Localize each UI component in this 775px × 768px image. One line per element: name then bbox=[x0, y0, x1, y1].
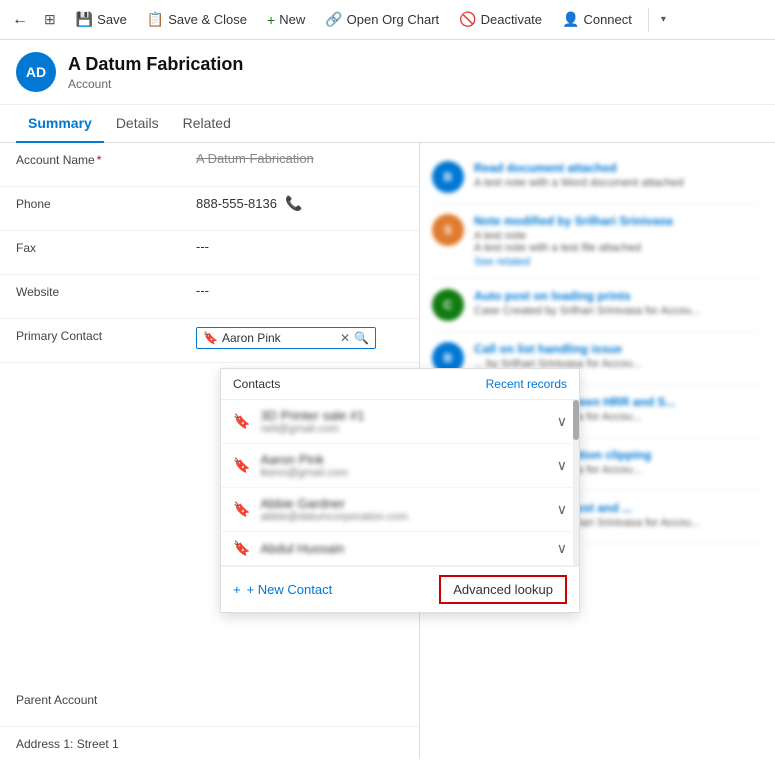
field-account-name: Account Name* A Datum Fabrication bbox=[0, 143, 419, 187]
value-website[interactable]: --- bbox=[196, 283, 403, 298]
toolbar: ← ⊞ 💾 Save 📋 Save & Close + New 🔗 Open O… bbox=[0, 0, 775, 40]
activity-desc-1: A test noteA test note with a test file … bbox=[474, 230, 763, 254]
activity-item-0: B Read document attached A test note wit… bbox=[432, 151, 763, 204]
org-chart-button[interactable]: 🔗 Open Org Chart bbox=[317, 7, 447, 32]
record-subtitle: Account bbox=[68, 77, 243, 91]
activity-title-0: Read document attached bbox=[474, 161, 763, 175]
layout-button[interactable]: ⊞ bbox=[36, 7, 64, 32]
dropdown-contacts-label: Contacts bbox=[233, 377, 280, 391]
value-fax[interactable]: --- bbox=[196, 239, 403, 254]
contact-name-0: 3D Printer sale #1 bbox=[260, 408, 420, 423]
contact-name-3: Abdul Hussain bbox=[260, 541, 420, 556]
contact-icon-0: 🔖 bbox=[233, 413, 250, 430]
label-address-street1: Address 1: Street 1 bbox=[16, 735, 196, 751]
deactivate-button[interactable]: 🚫 Deactivate bbox=[451, 7, 550, 32]
connect-icon: 👤 bbox=[562, 11, 579, 28]
phone-icon[interactable]: 📞 bbox=[285, 195, 302, 212]
contact-icon-1: 🔖 bbox=[233, 457, 250, 474]
save-close-button[interactable]: 📋 Save & Close bbox=[139, 7, 255, 32]
contact-lookup-text: Aaron Pink bbox=[222, 331, 336, 345]
activity-desc-0: A test note with a Word document attache… bbox=[474, 177, 763, 189]
activity-desc-2: Case Created by Srilhari Srinivasa for A… bbox=[474, 305, 763, 317]
record-header: AD A Datum Fabrication Account bbox=[0, 40, 775, 105]
contact-item-2[interactable]: 🔖 Abbie Gardner abbie@datumcorporation.c… bbox=[221, 488, 420, 532]
tab-bar: Summary Details Related bbox=[0, 105, 775, 143]
org-chart-icon: 🔗 bbox=[325, 11, 342, 28]
contact-name-2: Abbie Gardner bbox=[260, 496, 420, 511]
contact-item-3[interactable]: 🔖 Abdul Hussain ∨ bbox=[221, 532, 420, 566]
activity-content-1: Note modified by Srilhari Srinivasa A te… bbox=[474, 214, 763, 268]
activity-item-2: C Auto post on loading prints Case Creat… bbox=[432, 279, 763, 332]
new-contact-button[interactable]: + + New Contact bbox=[233, 582, 332, 597]
dropdown-footer: + + New Contact Advanced lookup bbox=[221, 566, 420, 612]
label-website: Website bbox=[16, 283, 196, 299]
save-icon: 💾 bbox=[76, 11, 93, 28]
tab-summary[interactable]: Summary bbox=[16, 105, 104, 143]
label-fax: Fax bbox=[16, 239, 196, 255]
contacts-dropdown: Contacts Recent records 🔖 3D Printer sal… bbox=[220, 368, 420, 613]
dropdown-list: 🔖 3D Printer sale #1 neli@gmail.com ∨ 🔖 … bbox=[221, 400, 420, 566]
contact-email-1: lkenn@gmail.com bbox=[260, 467, 420, 479]
label-phone: Phone bbox=[16, 195, 196, 211]
tab-related[interactable]: Related bbox=[171, 105, 243, 143]
activity-item-1: S Note modified by Srilhari Srinivasa A … bbox=[432, 204, 763, 279]
contact-email-0: neli@gmail.com bbox=[260, 423, 420, 435]
dropdown-header: Contacts Recent records bbox=[221, 369, 420, 400]
activity-title-1: Note modified by Srilhari Srinivasa bbox=[474, 214, 763, 228]
activity-content-0: Read document attached A test note with … bbox=[474, 161, 763, 193]
value-phone: 888-555-8136 📞 bbox=[196, 195, 403, 212]
main-layout: Account Name* A Datum Fabrication Phone … bbox=[0, 143, 775, 759]
new-button[interactable]: + New bbox=[259, 8, 313, 32]
field-fax: Fax --- bbox=[0, 231, 419, 275]
value-account-name[interactable]: A Datum Fabrication bbox=[196, 151, 403, 166]
new-contact-plus-icon: + bbox=[233, 582, 241, 597]
primary-contact-lookup[interactable]: 🔖 Aaron Pink ✕ 🔍 bbox=[196, 327, 376, 349]
layout-icon: ⊞ bbox=[44, 11, 56, 28]
field-primary-contact: Primary Contact 🔖 Aaron Pink ✕ 🔍 bbox=[0, 319, 419, 363]
label-primary-contact: Primary Contact bbox=[16, 327, 196, 343]
contact-item-1[interactable]: 🔖 Aaron Pink lkenn@gmail.com ∨ bbox=[221, 444, 420, 488]
left-panel: Account Name* A Datum Fabrication Phone … bbox=[0, 143, 420, 759]
activity-content-2: Auto post on loading prints Case Created… bbox=[474, 289, 763, 321]
record-title: A Datum Fabrication bbox=[68, 54, 243, 75]
back-button[interactable]: ← bbox=[8, 7, 32, 33]
lookup-clear-button[interactable]: ✕ bbox=[340, 331, 350, 345]
save-close-icon: 📋 bbox=[147, 11, 164, 28]
lookup-search-button[interactable]: 🔍 bbox=[354, 331, 369, 345]
header-info: A Datum Fabrication Account bbox=[68, 54, 243, 91]
contact-email-2: abbie@datumcorporation.com bbox=[260, 511, 420, 523]
activity-title-2: Auto post on loading prints bbox=[474, 289, 763, 303]
contact-icon-2: 🔖 bbox=[233, 501, 250, 518]
connect-button[interactable]: 👤 Connect bbox=[554, 7, 640, 32]
field-parent-account: Parent Account bbox=[0, 683, 419, 727]
activity-avatar-2: C bbox=[432, 289, 464, 321]
activity-link-1[interactable]: See related bbox=[474, 256, 763, 268]
field-website: Website --- bbox=[0, 275, 419, 319]
activity-title-3: Call on list handling issue bbox=[474, 342, 763, 356]
phone-number[interactable]: 888-555-8136 bbox=[196, 196, 277, 211]
toolbar-separator bbox=[648, 8, 649, 32]
save-button[interactable]: 💾 Save bbox=[68, 7, 135, 32]
deactivate-icon: 🚫 bbox=[459, 11, 476, 28]
field-phone: Phone 888-555-8136 📞 bbox=[0, 187, 419, 231]
activity-avatar-1: S bbox=[432, 214, 464, 246]
contact-lookup-icon: 🔖 bbox=[203, 331, 218, 345]
toolbar-more-button[interactable]: ▾ bbox=[657, 10, 670, 29]
activity-avatar-0: B bbox=[432, 161, 464, 193]
label-account-name: Account Name* bbox=[16, 151, 196, 167]
label-parent-account: Parent Account bbox=[16, 691, 196, 707]
field-address-street1: Address 1: Street 1 bbox=[0, 727, 419, 759]
contact-icon-3: 🔖 bbox=[233, 540, 250, 557]
new-icon: + bbox=[267, 12, 275, 28]
contact-item-0[interactable]: 🔖 3D Printer sale #1 neli@gmail.com ∨ bbox=[221, 400, 420, 444]
contact-name-1: Aaron Pink bbox=[260, 452, 420, 467]
tab-details[interactable]: Details bbox=[104, 105, 171, 143]
avatar: AD bbox=[16, 52, 56, 92]
